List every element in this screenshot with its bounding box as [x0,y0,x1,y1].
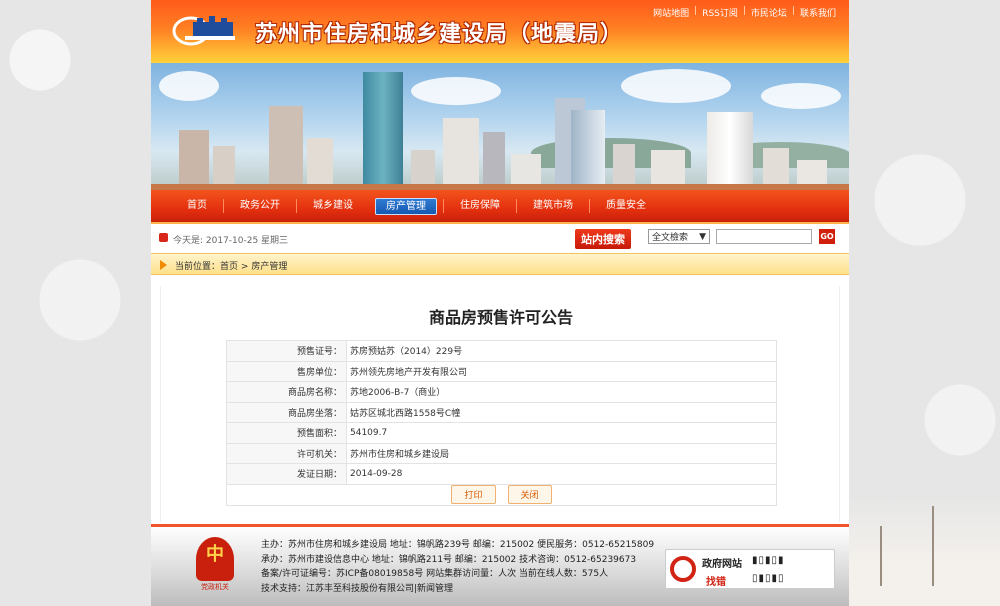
nav-item-construction-market[interactable]: 建筑市场 [516,199,589,213]
nav-item-home[interactable]: 首页 [171,199,223,213]
calendar-icon [159,233,168,242]
close-button[interactable]: 关闭 [507,485,552,504]
row-value: 2014-09-28 [346,463,777,485]
decorative-glyphs-icon: ▯▮▯▮▯ [752,573,785,584]
site-header: 苏州市住房和城乡建设局（地震局） 网站地图 | RSS订阅 | 市民论坛 | 联… [151,0,849,63]
row-key: 售房单位： [226,360,347,382]
badge-caption: 党政机关 [201,583,229,591]
decorative-glyphs-icon: ▮▯▮▯▮ [752,555,785,566]
search-type-select[interactable]: 全文檢索 ▼ [648,229,710,244]
print-button[interactable]: 打印 [451,485,496,504]
breadcrumb-home-link[interactable]: 首页 [220,262,238,272]
row-value: 苏州市住房和城乡建设局 [346,442,777,464]
breadcrumb-current[interactable]: 房产管理 [251,262,287,272]
logo-icon [172,16,235,46]
search-type-value: 全文檢索 [652,233,689,243]
find-error-label: 找错 [706,577,726,588]
search-bar: 今天是: 2017-10-25 星期三 站内搜索 全文檢索 ▼ GO [151,224,849,253]
action-buttons: 打印 关闭 [226,484,777,506]
footer-line-support: 技术支持：江苏丰至科技股份有限公司|新闻管理 [261,583,454,594]
nav-item-gov-affairs[interactable]: 政务公开 [223,199,296,213]
row-key: 预售证号： [226,340,347,362]
breadcrumb-prefix: 当前位置： [175,262,221,272]
breadcrumb-separator: > [240,262,249,272]
notice-title: 商品房预售许可公告 [428,308,573,327]
rss-link[interactable]: RSS订阅 [697,6,743,19]
table-row: 售房单位： 苏州领先房地产开发有限公司 [226,360,777,382]
row-key: 发证日期： [226,463,347,485]
row-value: 姑苏区城北西路1558号C幢 [346,401,777,423]
magnifier-icon [670,556,696,582]
top-links: 网站地图 | RSS订阅 | 市民论坛 | 联系我们 [648,6,841,19]
site-map-link[interactable]: 网站地图 [648,6,694,19]
nav-item-housing-security[interactable]: 住房保障 [443,199,516,213]
page-container: 苏州市住房和城乡建设局（地震局） 网站地图 | RSS订阅 | 市民论坛 | 联… [151,0,849,606]
permit-info-table: 预售证号： 苏房预姑苏（2014）229号 售房单位： 苏州领先房地产开发有限公… [226,340,777,485]
table-row: 预售证号： 苏房预姑苏（2014）229号 [226,340,777,362]
nav-item-quality-safety[interactable]: 质量安全 [589,199,662,213]
row-value: 苏州领先房地产开发有限公司 [346,360,777,382]
contact-link[interactable]: 联系我们 [795,6,841,19]
current-date: 今天是: 2017-10-25 星期三 [173,236,289,246]
row-key: 许可机关： [226,442,347,464]
nav-item-urban-construction[interactable]: 城乡建设 [296,199,369,213]
table-row: 商品房名称： 苏地2006-B-7（商业） [226,381,777,403]
footer-line-operator: 承办：苏州市建设信息中心 地址：锦帆路211号 邮编：215002 技术咨询：0… [261,554,637,565]
search-go-button[interactable]: GO [819,229,835,244]
site-search-label: 站内搜索 [575,229,631,249]
arrow-right-icon [160,260,167,270]
table-row: 许可机关： 苏州市住房和城乡建设局 [226,442,777,464]
party-gov-badge-icon[interactable]: 中 [196,537,234,581]
nav-item-housing-management[interactable]: 房产管理 [375,197,437,215]
search-input[interactable] [716,229,812,244]
decorative-landscape [840,496,1000,606]
breadcrumb: 当前位置：首页 > 房产管理 [151,253,849,275]
row-value: 54109.7 [346,422,777,444]
notice-content: 商品房预售许可公告 预售证号： 苏房预姑苏（2014）229号 售房单位： 苏州… [160,286,840,522]
main-nav: 首页 政务公开 城乡建设 房产管理 住房保障 建筑市场 质量安全 [151,190,849,224]
city-skyline-banner [151,63,849,190]
site-footer: 中 党政机关 主办：苏州市住房和城乡建设局 地址：锦帆路239号 邮编：2150… [151,524,849,606]
row-key: 商品房名称： [226,381,347,403]
gov-site-label: 政府网站 [702,559,742,570]
row-value: 苏地2006-B-7（商业） [346,381,777,403]
chevron-down-icon: ▼ [699,231,706,242]
table-row: 发证日期： 2014-09-28 [226,463,777,485]
row-value: 苏房预姑苏（2014）229号 [346,340,777,362]
footer-line-host: 主办：苏州市住房和城乡建设局 地址：锦帆路239号 邮编：215002 便民服务… [261,540,655,550]
table-row: 商品房坐落： 姑苏区城北西路1558号C幢 [226,401,777,423]
footer-info: 主办：苏州市住房和城乡建设局 地址：锦帆路239号 邮编：215002 便民服务… [261,538,654,596]
footer-line-icp: 备案/许可证编号：苏ICP备08019858号 网站集群访问量：人次 当前在线人… [261,569,609,579]
forum-link[interactable]: 市民论坛 [746,6,792,19]
site-title: 苏州市住房和城乡建设局（地震局） [255,21,624,47]
row-key: 商品房坐落： [226,401,347,423]
gov-site-error-report[interactable]: 政府网站 找错 ▮▯▮▯▮ ▯▮▯▮▯ [665,549,835,589]
table-row: 预售面积： 54109.7 [226,422,777,444]
row-key: 预售面积： [226,422,347,444]
